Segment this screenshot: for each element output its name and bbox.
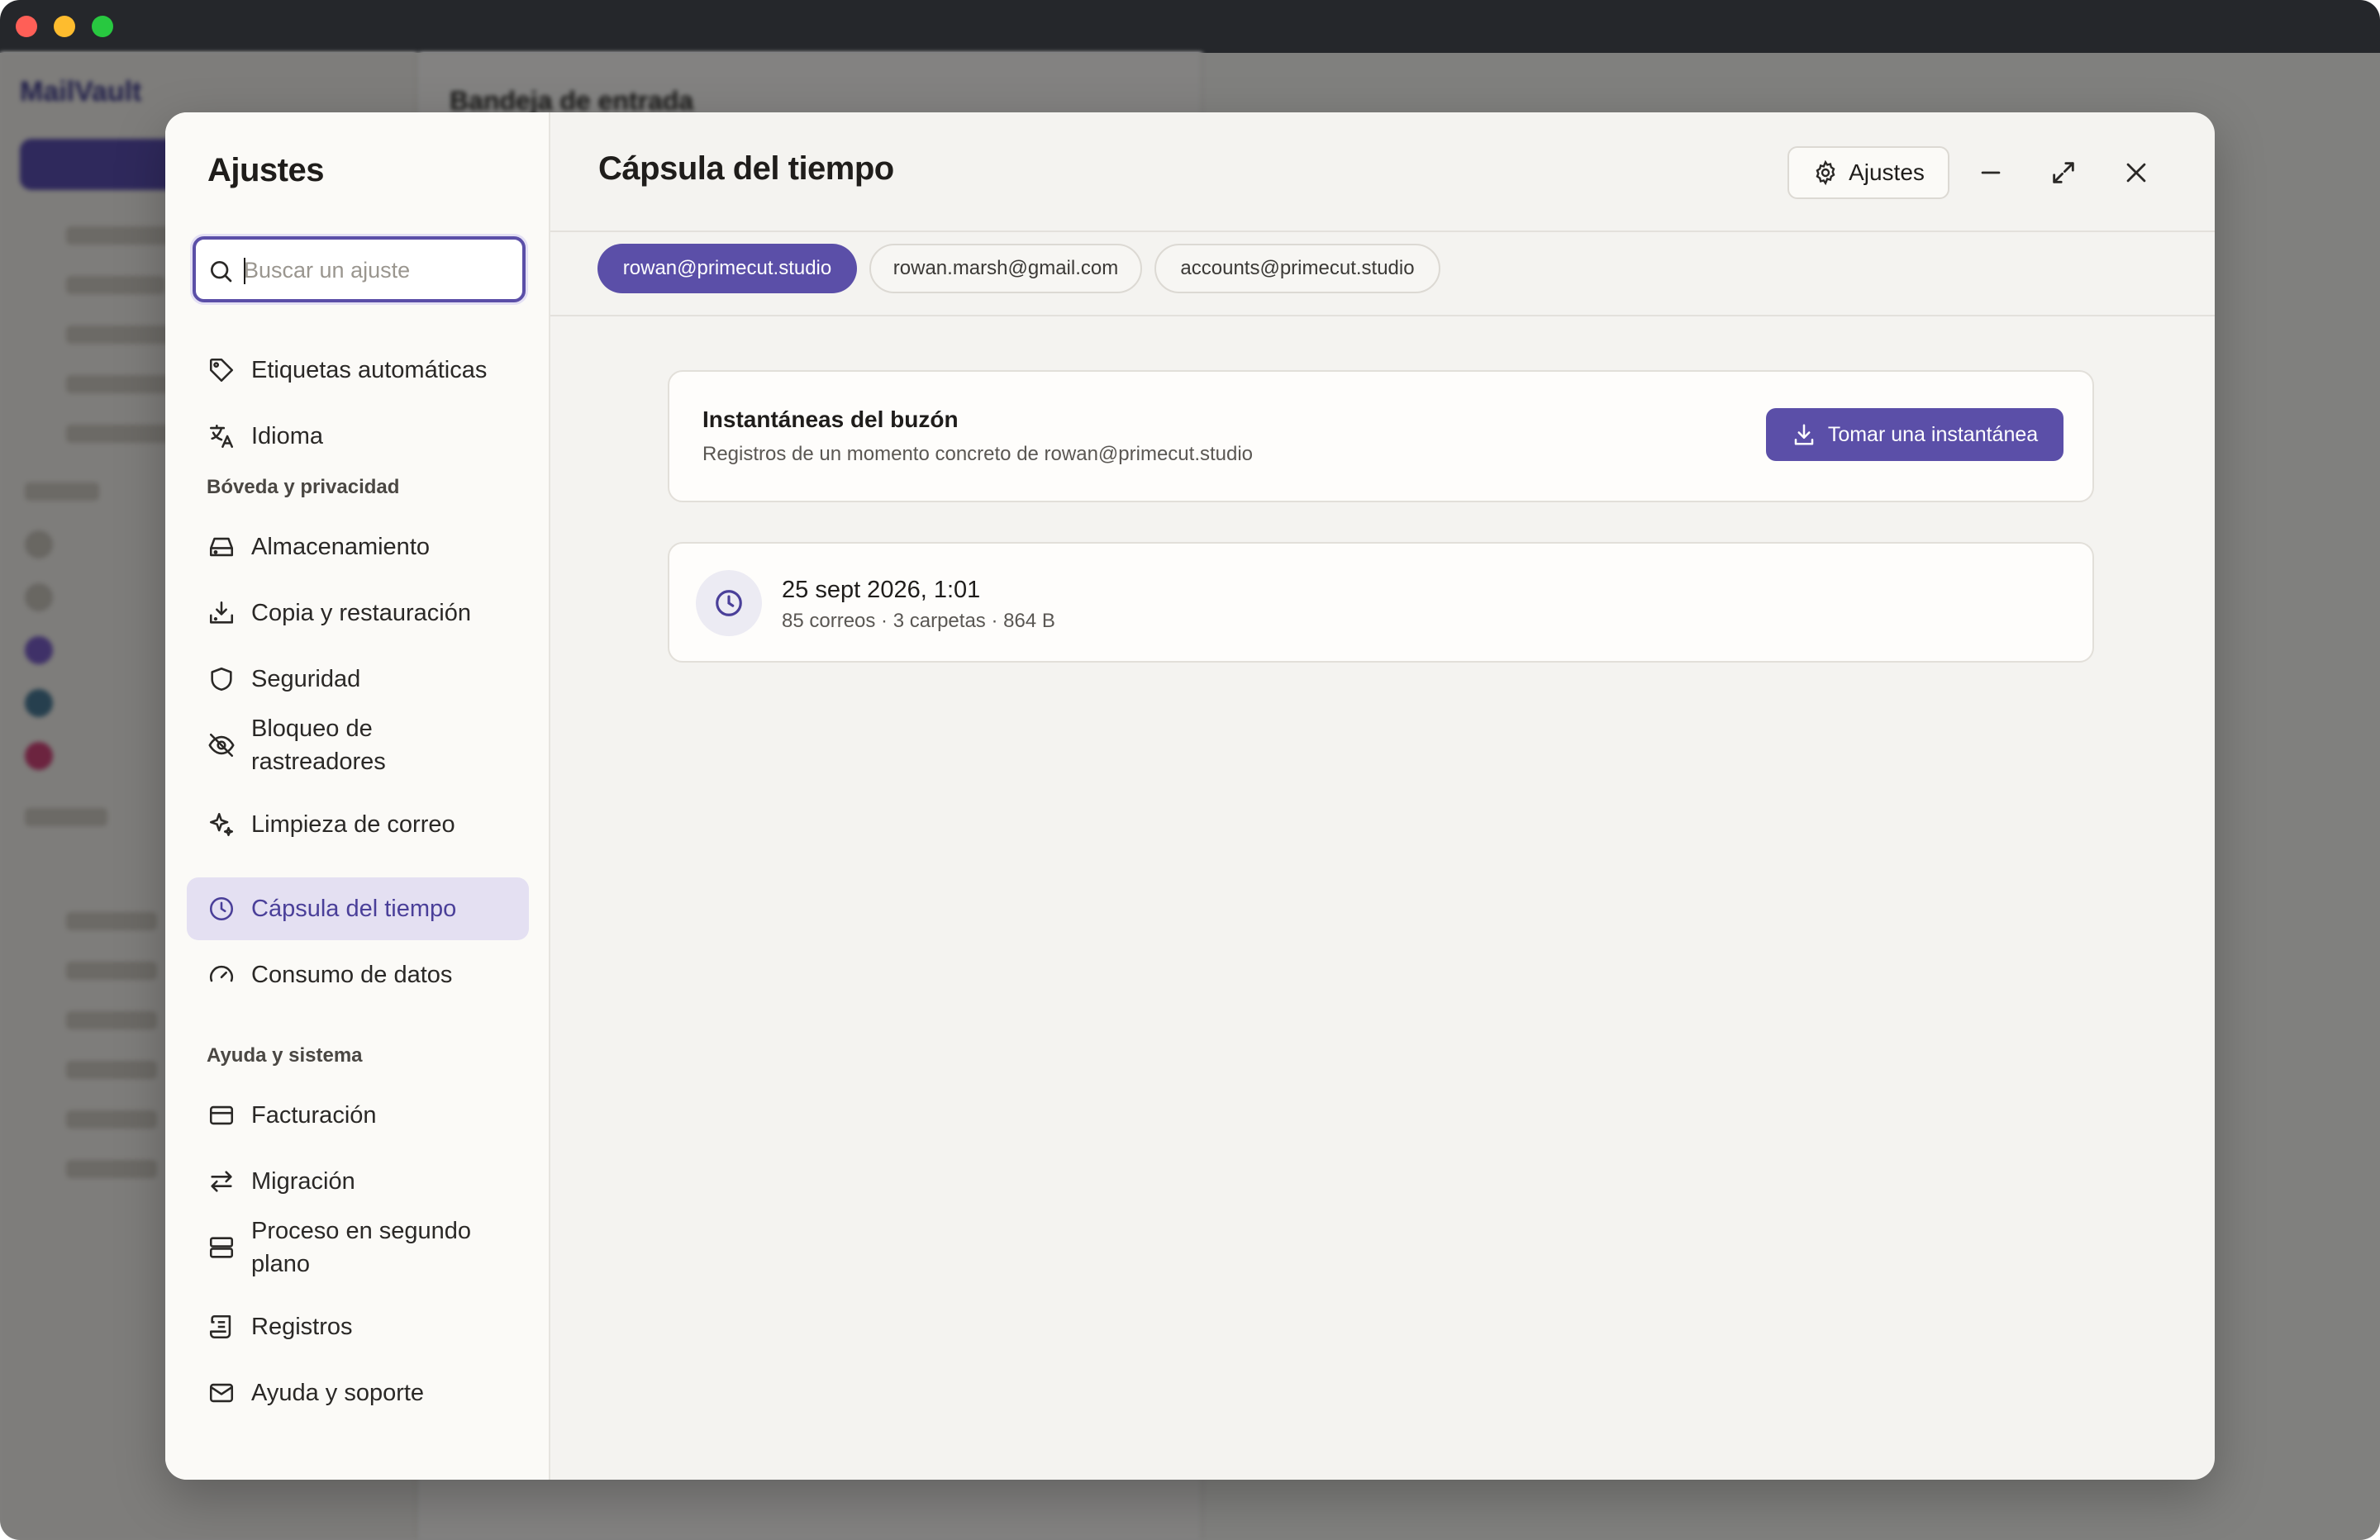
sidebar-item-label: Almacenamiento [251, 534, 430, 560]
take-snapshot-button[interactable]: Tomar una instantánea [1766, 408, 2063, 461]
search-input[interactable] [244, 250, 516, 291]
snapshots-card-subtitle: Registros de un momento concreto de rowa… [702, 443, 1254, 465]
sidebar-item-capsula[interactable]: Cápsula del tiempo [187, 877, 529, 940]
gear-icon [1816, 159, 1835, 186]
settings-content: Cápsula del tiempo Ajustes rowan@primecu… [550, 112, 2215, 1480]
close-window-button[interactable] [16, 16, 37, 37]
section-heading-help: Ayuda y sistema [207, 1044, 363, 1067]
snapshots-card: Instantáneas del buzón Registros de un m… [668, 370, 2094, 502]
sidebar-item-label: Seguridad [251, 666, 361, 692]
sidebar-item-limpieza[interactable]: Limpieza de correo [187, 793, 529, 856]
server-icon [207, 1233, 236, 1262]
eye-off-icon [207, 730, 236, 760]
account-chip-gmail[interactable]: rowan.marsh@gmail.com [869, 244, 1142, 293]
sidebar-title: Ajustes [207, 152, 325, 188]
sparkles-icon [207, 810, 236, 839]
sidebar-item-label: Migración [251, 1168, 355, 1195]
hard-drive-icon [207, 532, 236, 562]
sidebar-item-ayuda[interactable]: Ayuda y soporte [187, 1362, 529, 1424]
settings-sidebar: Ajustes Etiquetas automáticas Idioma Bóv… [165, 112, 550, 1480]
content-header: Cápsula del tiempo Ajustes [550, 112, 2215, 232]
scroll-icon [207, 1312, 236, 1342]
sidebar-item-label: Bloqueo de rastreadores [251, 715, 386, 775]
arrows-swap-icon [207, 1167, 236, 1196]
sidebar-item-copia[interactable]: Copia y restauración [187, 582, 529, 644]
download-icon [1794, 424, 1814, 445]
sidebar-item-migracion[interactable]: Migración [187, 1150, 529, 1213]
sidebar-item-label: Consumo de datos [251, 962, 453, 988]
mail-icon [207, 1378, 236, 1408]
minus-icon [1981, 171, 2001, 174]
account-chip-accounts[interactable]: accounts@primecut.studio [1154, 244, 1440, 293]
app-window: MailVault Bandeja de entrada Ajustes Bus… [0, 0, 2380, 1540]
search-icon [211, 261, 232, 283]
snapshot-meta: 85 correos · 3 carpetas · 864 B [782, 610, 1055, 632]
sidebar-item-label: Limpieza de correo [251, 811, 455, 838]
gauge-icon [207, 960, 236, 990]
page-title: Cápsula del tiempo [598, 150, 894, 187]
download-tray-icon [207, 598, 236, 628]
settings-button[interactable]: Ajustes [1787, 146, 1949, 199]
settings-button-label: Ajustes [1849, 159, 1925, 185]
clock-icon [716, 590, 742, 616]
tag-icon [207, 355, 236, 385]
credit-card-icon [207, 1100, 236, 1130]
settings-modal: Ajustes Etiquetas automáticas Idioma Bóv… [165, 112, 2215, 1480]
close-modal-button[interactable] [2119, 155, 2154, 190]
translate-icon [207, 421, 236, 451]
sidebar-item-consumo[interactable]: Consumo de datos [187, 943, 529, 1006]
take-snapshot-label: Tomar una instantánea [1827, 422, 2039, 446]
sidebar-item-label: Ayuda y soporte [251, 1380, 425, 1406]
sidebar-item-etiquetas[interactable]: Etiquetas automáticas [187, 339, 529, 402]
sidebar-item-label: Copia y restauración [251, 600, 471, 626]
shield-icon [207, 664, 236, 694]
sidebar-item-label: Etiquetas automáticas [251, 357, 488, 383]
sidebar-item-facturacion[interactable]: Facturación [187, 1084, 529, 1147]
sidebar-item-seguridad[interactable]: Seguridad [187, 648, 529, 711]
sidebar-item-label: Idioma [251, 423, 324, 449]
text-caret [244, 258, 245, 284]
close-icon [2126, 163, 2146, 183]
sidebar-item-idioma[interactable]: Idioma [187, 405, 529, 468]
expand-icon [2053, 162, 2074, 183]
snapshot-date: 25 sept 2026, 1:01 [782, 577, 981, 603]
sidebar-item-registros[interactable]: Registros [187, 1295, 529, 1358]
zoom-window-button[interactable] [92, 16, 113, 37]
sidebar-item-label: Cápsula del tiempo [251, 896, 457, 922]
snapshot-row[interactable]: 25 sept 2026, 1:01 85 correos · 3 carpet… [668, 542, 2094, 663]
sidebar-item-label: Registros [251, 1314, 353, 1340]
title-bar [0, 0, 2380, 53]
expand-modal-button[interactable] [2046, 155, 2081, 190]
section-heading-vault: Bóveda y privacidad [207, 476, 400, 498]
sidebar-item-proceso[interactable]: Proceso en segundo plano [187, 1206, 529, 1289]
snapshots-card-title: Instantáneas del buzón [702, 406, 959, 432]
minimize-modal-button[interactable] [1973, 155, 2008, 190]
clock-icon [207, 894, 236, 924]
sidebar-item-almacenamiento[interactable]: Almacenamiento [187, 516, 529, 578]
sidebar-item-label: Proceso en segundo plano [251, 1218, 472, 1277]
settings-search[interactable] [193, 236, 526, 302]
snapshot-clock-badge [696, 570, 762, 636]
sidebar-item-rastreadores[interactable]: Bloqueo de rastreadores [187, 704, 529, 787]
minimize-window-button[interactable] [54, 16, 75, 37]
account-chip-primecut[interactable]: rowan@primecut.studio [597, 244, 857, 293]
sidebar-item-label: Facturación [251, 1102, 377, 1129]
